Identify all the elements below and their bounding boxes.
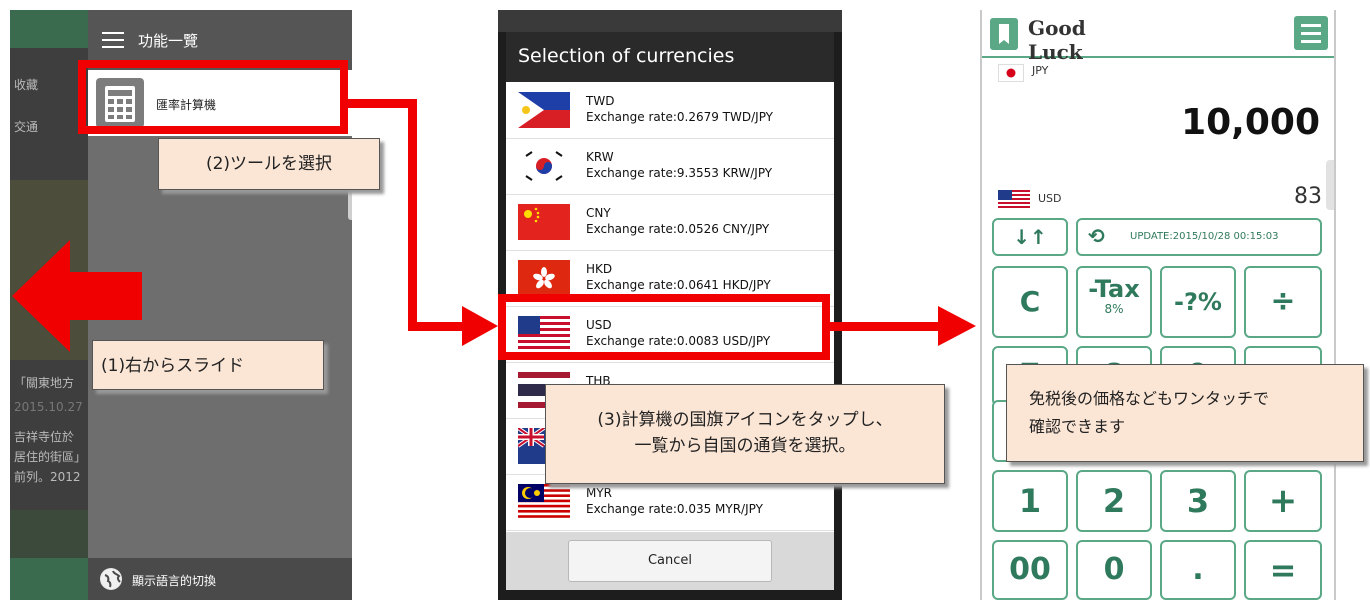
divide-button[interactable]: ÷ — [1244, 266, 1322, 338]
key-1[interactable]: 1 — [992, 470, 1068, 532]
highlight-frame — [78, 60, 348, 134]
key-0[interactable]: 0 — [1076, 540, 1152, 600]
percent-button[interactable]: -?% — [1160, 266, 1236, 338]
bg-text: 居住的街區」 — [14, 450, 87, 464]
clear-button[interactable]: C — [992, 266, 1068, 338]
language-label: 顯示語言的切換 — [132, 574, 217, 588]
plus-button[interactable]: + — [1244, 470, 1322, 532]
key-3[interactable]: 3 — [1160, 470, 1236, 532]
currency-code: MYR — [586, 486, 613, 500]
connector-line — [348, 99, 416, 108]
bg-text: 「關東地方 — [14, 376, 75, 390]
callout-step3-line2: 一覧から自国の通貨を選択。 — [634, 436, 856, 456]
arrow-right-icon — [462, 306, 498, 346]
highlight-frame — [498, 294, 830, 360]
tax-rate-label: 8% — [1104, 302, 1124, 316]
app-logo: Good Luck — [1028, 16, 1086, 64]
currency-code: HKD — [586, 262, 613, 276]
cancel-button[interactable]: Cancel — [568, 540, 772, 582]
drawer-handle[interactable] — [348, 190, 352, 220]
globe-icon — [100, 568, 122, 590]
drawer-title: 功能一覽 — [138, 32, 199, 50]
china-flag-icon — [518, 204, 570, 240]
currency-code: TWD — [586, 94, 615, 108]
update-rate-button[interactable]: ⟲ UPDATE:2015/10/28 00:15:03 — [1076, 218, 1322, 256]
slide-arrow-icon — [12, 240, 142, 352]
currency-row-twd[interactable]: TWD Exchange rate:0.2679 TWD/JPY — [506, 82, 834, 139]
bg-text: 前列。2012 — [14, 470, 81, 484]
bg-text: 交通 — [14, 120, 39, 134]
callout-note: 免税後の価格などもワンタッチで 確認できます — [1006, 364, 1364, 462]
app-header: Good Luck — [982, 10, 1334, 64]
callout-step3: (3)計算機の国旗アイコンをタップし、 一覧から自国の通貨を選択。 — [545, 384, 945, 484]
bg-text: 2015.10.27 — [14, 400, 83, 414]
menu-icon[interactable] — [1294, 16, 1328, 50]
input-amount: 10,000 — [1181, 102, 1320, 143]
currency-code: CNY — [586, 206, 611, 220]
currency-row-cny[interactable]: CNY Exchange rate:0.0526 CNY/JPY — [506, 194, 834, 251]
refresh-icon: ⟲ — [1088, 224, 1105, 248]
converted-amount: 83 — [1294, 184, 1322, 209]
dimmed-app-header — [498, 10, 842, 32]
currency-row-krw[interactable]: KRW Exchange rate:9.3553 KRW/JPY — [506, 138, 834, 195]
tax-button[interactable]: -Tax 8% — [1076, 266, 1152, 338]
exchange-rate: Exchange rate:9.3553 KRW/JPY — [586, 166, 773, 180]
hamburger-icon[interactable] — [102, 32, 124, 48]
korea-flag-icon — [518, 148, 570, 184]
japan-flag-icon[interactable] — [998, 64, 1024, 82]
from-currency-label: JPY — [1032, 64, 1049, 77]
philippines-flag-icon — [518, 92, 570, 128]
update-text: UPDATE:2015/10/28 00:15:03 — [1130, 231, 1279, 242]
connector-line — [830, 322, 942, 331]
callout-note-line2: 確認できます — [1029, 417, 1126, 436]
background-header — [10, 10, 90, 48]
malaysia-flag-icon — [518, 484, 570, 520]
exchange-rate: Exchange rate:0.0641 HKD/JPY — [586, 278, 771, 292]
drawer-handle[interactable] — [1326, 160, 1334, 210]
bg-footer — [10, 558, 90, 600]
bookmark-icon[interactable] — [990, 18, 1018, 50]
tax-label: -Tax — [1088, 275, 1140, 303]
decimal-button[interactable]: . — [1160, 540, 1236, 600]
bg-text: 收藏 — [14, 78, 39, 92]
screen-calculator: Good Luck JPY 10,000 USD 83 ↓↑ ⟲ UPDATE:… — [980, 10, 1336, 600]
language-switch[interactable]: 顯示語言的切換 — [88, 558, 352, 600]
currency-code: KRW — [586, 150, 614, 164]
equals-button[interactable]: = — [1244, 540, 1322, 600]
key-00[interactable]: 00 — [992, 540, 1068, 600]
exchange-rate: Exchange rate:0.2679 TWD/JPY — [586, 110, 773, 124]
callout-step1: (1)右からスライド — [92, 340, 324, 390]
connector-line — [408, 99, 417, 331]
dialog-header: Selection of currencies — [506, 32, 834, 82]
exchange-rate: Exchange rate:0.035 MYR/JPY — [586, 502, 763, 516]
exchange-rate: Exchange rate:0.0526 CNY/JPY — [586, 222, 770, 236]
hongkong-flag-icon — [518, 260, 570, 296]
key-2[interactable]: 2 — [1076, 470, 1152, 532]
bg-text: 吉祥寺位於 — [14, 430, 75, 444]
callout-step3-line1: (3)計算機の国旗アイコンをタップし、 — [597, 410, 893, 430]
connector-line — [408, 322, 468, 331]
callout-note-line1: 免税後の価格などもワンタッチで — [1029, 389, 1270, 408]
arrow-right-icon — [938, 306, 976, 346]
swap-button[interactable]: ↓↑ — [992, 218, 1068, 256]
callout-step2: (2)ツールを選択 — [158, 138, 380, 190]
bg-photo — [10, 510, 90, 558]
dialog-footer: Cancel — [506, 532, 834, 590]
dialog-title: Selection of currencies — [518, 45, 735, 67]
